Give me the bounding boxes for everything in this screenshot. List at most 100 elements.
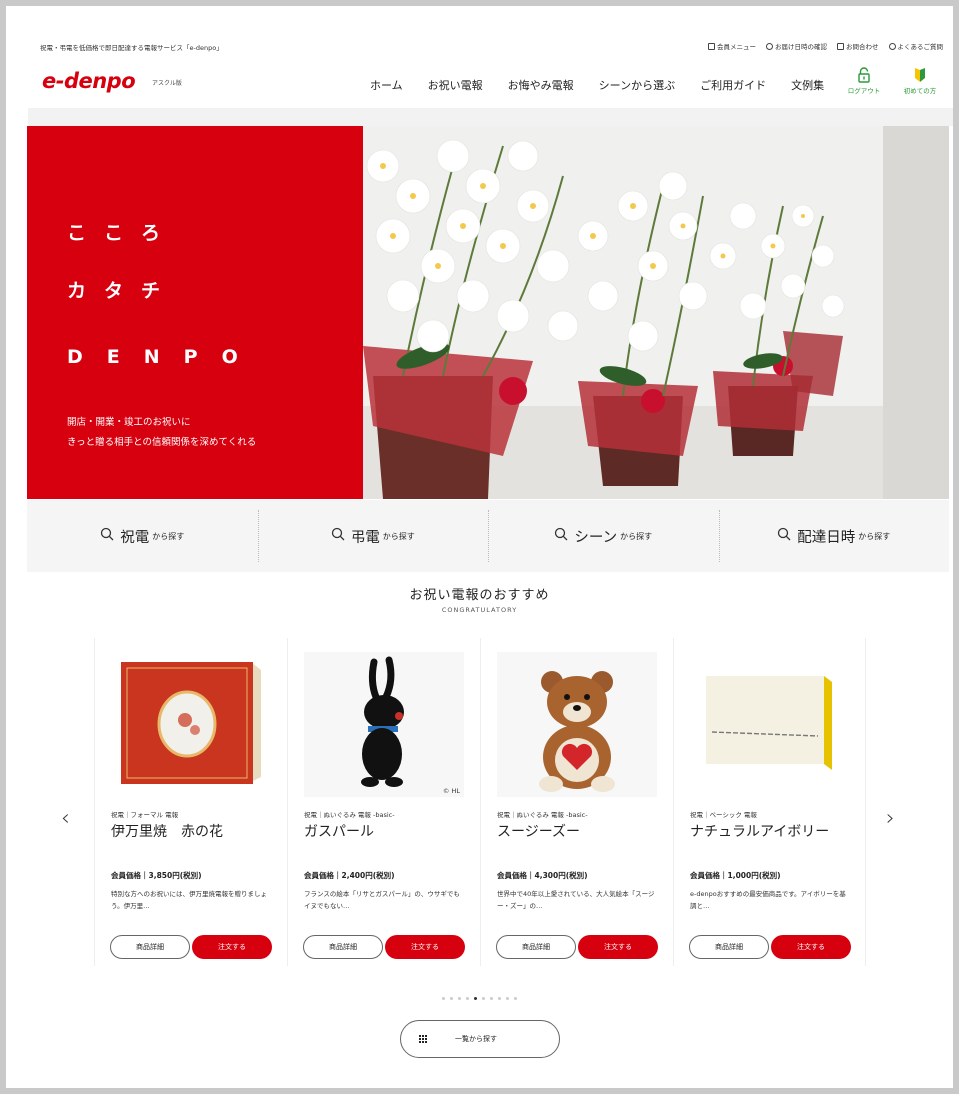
hero-desc-line-1: 開店・開業・竣工のお祝いに bbox=[67, 417, 191, 428]
product-price: 会員価格｜2,400円(税別) bbox=[304, 871, 395, 880]
product-description: フランスの絵本「リサとガスパール」の、ウサギでもイヌでもない… bbox=[304, 890, 460, 910]
search-scene[interactable]: シーン から探す bbox=[488, 500, 719, 572]
hero-line-2: カタチ bbox=[67, 280, 179, 302]
search-icon bbox=[777, 527, 791, 545]
product-name[interactable]: 伊万里焼 赤の花 bbox=[111, 821, 223, 841]
lock-icon bbox=[858, 67, 870, 83]
search-main-label: 配達日時 bbox=[797, 529, 856, 546]
product-description: e-denpoおすすめの最安価商品です。アイボリーを基調と… bbox=[690, 890, 846, 910]
faq-link[interactable]: よくあるご質問 bbox=[888, 41, 943, 51]
product-description: 世界中で40年以上愛されている、大人気絵本「スージー・ズー」の… bbox=[497, 890, 655, 910]
product-price: 会員価格｜4,300円(税別) bbox=[497, 871, 588, 880]
list-search-label: 一覧から探す bbox=[455, 1035, 497, 1043]
search-condolence[interactable]: 弔電 から探す bbox=[257, 500, 489, 572]
carousel-prev-button[interactable]: ‹ bbox=[61, 806, 70, 831]
hero-banner[interactable]: こころ カタチ DENPO 開店・開業・竣工のお祝いに きっと贈る相手との信頼関… bbox=[27, 126, 949, 499]
contact-link[interactable]: お問合わせ bbox=[837, 41, 879, 51]
nav-guide[interactable]: ご利用ガイド bbox=[700, 77, 766, 93]
hero-text-panel: こころ カタチ DENPO 開店・開業・竣工のお祝いに きっと贈る相手との信頼関… bbox=[27, 126, 363, 499]
hero-description: 開店・開業・竣工のお祝いに きっと贈る相手との信頼関係を深めてくれる bbox=[67, 413, 256, 453]
beginner-label: 初めての方 bbox=[903, 87, 937, 95]
product-card[interactable]: 祝電｜ぬいぐるみ 電報 -basic- スージーズー 会員価格｜4,300円(税… bbox=[480, 638, 673, 966]
nav-condolence[interactable]: お悔やみ電報 bbox=[508, 77, 574, 93]
product-detail-button[interactable]: 商品詳細 bbox=[689, 935, 769, 959]
pagination-dot[interactable] bbox=[466, 997, 469, 1000]
product-category: 祝電｜フォーマル 電報 bbox=[111, 811, 179, 819]
page-frame: 祝電・弔電を低価格で即日配達する電報サービス「e-denpo」 会員メニュー お… bbox=[6, 6, 953, 1088]
nav-examples[interactable]: 文例集 bbox=[791, 77, 824, 93]
product-name[interactable]: ナチュラルアイボリー bbox=[690, 821, 829, 841]
search-band: 祝電 から探す 弔電 から探す シーン から探す 配達日時 から探す bbox=[27, 500, 949, 572]
pagination-dot[interactable] bbox=[450, 997, 453, 1000]
product-description: 特別な方へのお祝いには、伊万里焼電報を贈りましょう。伊万里… bbox=[111, 890, 267, 910]
site-logo[interactable]: e-denpo bbox=[42, 69, 136, 93]
product-image-gaspard: © HL bbox=[304, 652, 464, 797]
beginner-button[interactable]: 初めての方 bbox=[900, 67, 940, 95]
search-delivery-date[interactable]: 配達日時 から探す bbox=[718, 500, 950, 572]
site-header: e-denpo アスクル版 ホーム お祝い電報 お悔やみ電報 シーンから選ぶ ご… bbox=[6, 61, 953, 107]
product-image-suzy-zoo bbox=[497, 652, 657, 797]
carousel-pagination bbox=[6, 997, 953, 1000]
hero-desc-line-2: きっと贈る相手との信頼関係を深めてくれる bbox=[67, 437, 257, 448]
header-divider bbox=[28, 108, 953, 126]
question-icon bbox=[888, 42, 896, 50]
product-image-imari bbox=[111, 652, 271, 797]
pagination-dot[interactable] bbox=[506, 997, 509, 1000]
product-card[interactable]: 祝電｜フォーマル 電報 伊万里焼 赤の花 会員価格｜3,850円(税別) 特別な… bbox=[94, 638, 287, 966]
shield-icon bbox=[766, 42, 773, 50]
pagination-dot[interactable] bbox=[474, 997, 477, 1000]
search-suffix: から探す bbox=[620, 531, 653, 541]
order-button[interactable]: 注文する bbox=[771, 935, 851, 959]
carousel-next-button[interactable]: › bbox=[886, 806, 895, 831]
product-card[interactable]: 祝電｜ベーシック 電報 ナチュラルアイボリー 会員価格｜1,000円(税別) e… bbox=[673, 638, 866, 966]
pagination-dot[interactable] bbox=[498, 997, 501, 1000]
product-carousel: 祝電｜フォーマル 電報 伊万里焼 赤の花 会員価格｜3,850円(税別) 特別な… bbox=[94, 638, 866, 966]
product-name[interactable]: スージーズー bbox=[497, 821, 580, 841]
nav-scene[interactable]: シーンから選ぶ bbox=[599, 77, 675, 93]
product-price: 会員価格｜3,850円(税別) bbox=[111, 871, 202, 880]
search-suffix: から探す bbox=[858, 531, 891, 541]
logout-label: ログアウト bbox=[847, 87, 881, 95]
product-category: 祝電｜ぬいぐるみ 電報 -basic- bbox=[304, 811, 395, 819]
list-search-button[interactable]: 一覧から探す bbox=[400, 1020, 560, 1058]
book-icon bbox=[708, 42, 715, 50]
order-button[interactable]: 注文する bbox=[578, 935, 658, 959]
pagination-dot[interactable] bbox=[514, 997, 517, 1000]
pagination-dot[interactable] bbox=[482, 997, 485, 1000]
section-subtitle: CONGRATULATORY bbox=[441, 606, 518, 614]
order-button[interactable]: 注文する bbox=[192, 935, 272, 959]
search-icon bbox=[100, 527, 114, 545]
main-nav: ホーム お祝い電報 お悔やみ電報 シーンから選ぶ ご利用ガイド 文例集 bbox=[370, 77, 849, 93]
search-icon bbox=[554, 527, 568, 545]
pagination-dot[interactable] bbox=[442, 997, 445, 1000]
search-main-label: シーン bbox=[574, 529, 618, 546]
search-main-label: 祝電 bbox=[120, 529, 150, 546]
pagination-dot[interactable] bbox=[490, 997, 493, 1000]
nav-home[interactable]: ホーム bbox=[370, 77, 403, 93]
search-congratulatory[interactable]: 祝電 から探す bbox=[27, 500, 258, 572]
orchid-illustration bbox=[363, 126, 949, 499]
product-detail-button[interactable]: 商品詳細 bbox=[496, 935, 576, 959]
product-detail-button[interactable]: 商品詳細 bbox=[110, 935, 190, 959]
utility-links: 会員メニュー お届け日時の確認 お問合わせ よくあるご質問 bbox=[708, 41, 943, 51]
orchid-photo bbox=[363, 126, 949, 499]
product-name[interactable]: ガスパール bbox=[304, 821, 374, 841]
product-price: 会員価格｜1,000円(税別) bbox=[690, 871, 781, 880]
site-tagline: 祝電・弔電を低価格で即日配達する電報サービス「e-denpo」 bbox=[40, 44, 223, 52]
order-button[interactable]: 注文する bbox=[385, 935, 465, 959]
hero-line-1: こころ bbox=[67, 222, 179, 244]
product-image-natural-ivory bbox=[690, 652, 850, 797]
product-detail-button[interactable]: 商品詳細 bbox=[303, 935, 383, 959]
member-menu-link[interactable]: 会員メニュー bbox=[708, 41, 756, 51]
search-suffix: から探す bbox=[152, 531, 185, 541]
search-suffix: から探す bbox=[382, 531, 415, 541]
logout-button[interactable]: ログアウト bbox=[844, 67, 884, 95]
product-category: 祝電｜ベーシック 電報 bbox=[690, 811, 757, 819]
logo-subtitle: アスクル版 bbox=[152, 80, 182, 87]
pagination-dot[interactable] bbox=[458, 997, 461, 1000]
product-card[interactable]: © HL 祝電｜ぬいぐるみ 電報 -basic- ガスパール 会員価格｜2,40… bbox=[287, 638, 480, 966]
delivery-check-link[interactable]: お届け日時の確認 bbox=[766, 41, 827, 51]
nav-congratulatory[interactable]: お祝い電報 bbox=[428, 77, 483, 93]
grid-icon bbox=[419, 1035, 427, 1043]
search-icon bbox=[331, 527, 345, 545]
